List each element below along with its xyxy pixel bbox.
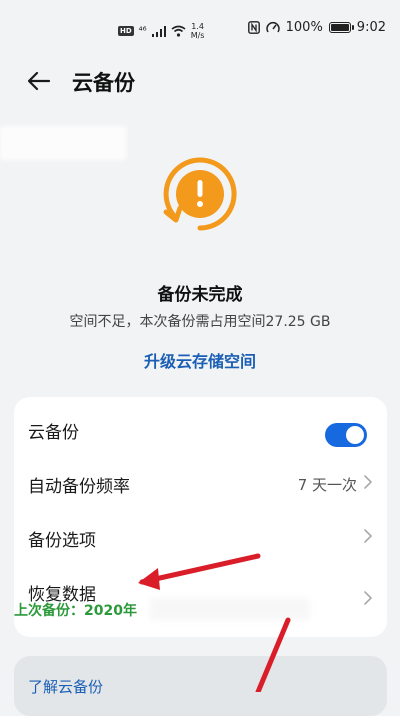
cloud-backup-label: 云备份 (28, 423, 79, 443)
backup-options-label: 备份选项 (28, 531, 96, 551)
backup-status-subtitle: 空间不足，本次备份需占用空间27.25 GB (69, 314, 331, 330)
speedometer-icon (265, 22, 280, 33)
page-title: 云备份 (72, 71, 135, 95)
status-bar-right-group: 100% 9:02 (247, 20, 386, 35)
status-bar: HD ⁴⁶ 1.4 M/s 100% 9:02 (0, 0, 400, 58)
battery-percent: 100% (285, 20, 323, 35)
battery-fill (330, 24, 349, 31)
wifi-icon (171, 25, 186, 37)
nfc-icon (247, 21, 260, 34)
app-bar: 云备份 (0, 58, 400, 104)
learn-cloud-backup-link[interactable]: 了解云备份 (28, 676, 103, 697)
back-button[interactable] (24, 66, 54, 96)
last-backup-time: 上次备份：2020年 (14, 603, 137, 619)
chevron-right-icon (363, 589, 373, 607)
network-speed-unit: M/s (190, 31, 205, 40)
clock: 9:02 (356, 20, 386, 35)
status-bar-left-group: HD ⁴⁶ 1.4 M/s (118, 22, 204, 40)
hd-badge: HD (118, 26, 134, 36)
backup-options-row[interactable]: 备份选项 (14, 511, 387, 563)
toggle-knob (346, 426, 364, 444)
network-speed: 1.4 M/s (191, 22, 205, 40)
redacted-area (0, 126, 126, 160)
back-arrow-icon (27, 71, 51, 91)
redacted-area (150, 598, 310, 620)
backup-frequency-value: 7 天一次 (297, 476, 357, 494)
chevron-right-icon (363, 527, 373, 545)
backup-frequency-label: 自动备份频率 (28, 477, 130, 497)
chevron-right-icon (363, 473, 373, 491)
backup-status-title: 备份未完成 (157, 285, 243, 305)
backup-frequency-row[interactable]: 自动备份频率 7 天一次 (14, 457, 387, 509)
upgrade-storage-link[interactable]: 升级云存储空间 (0, 348, 400, 372)
battery-icon (328, 22, 354, 33)
network-type: ⁴⁶ (138, 25, 147, 37)
warning-refresh-icon (163, 157, 237, 231)
network-speed-value: 1.4 (191, 22, 204, 31)
cloud-backup-row: 云备份 (14, 403, 387, 455)
cloud-backup-toggle[interactable] (325, 423, 367, 447)
signal-icon (151, 25, 166, 37)
